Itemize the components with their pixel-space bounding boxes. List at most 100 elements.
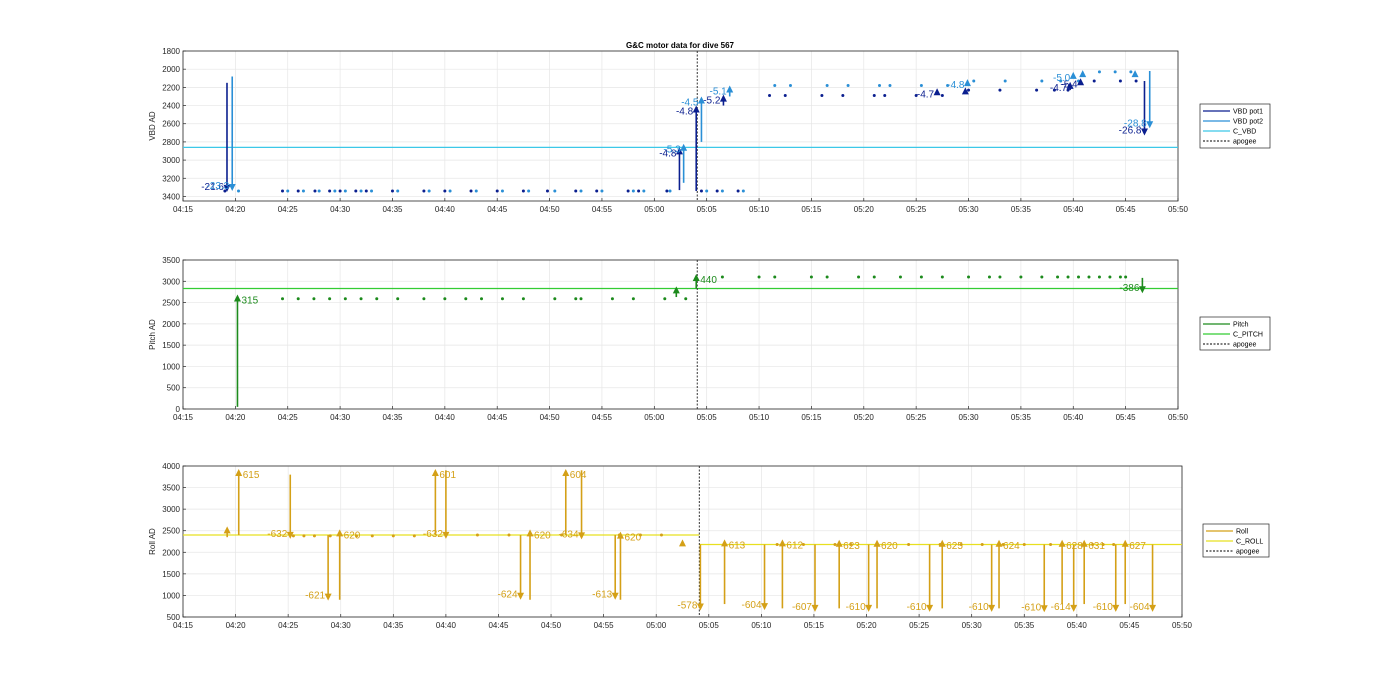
x-tick-label: 05:05 — [699, 621, 720, 630]
data-point — [757, 275, 761, 279]
move-label: 627 — [1129, 541, 1146, 552]
x-tick-label: 05:10 — [751, 621, 772, 630]
data-point — [1118, 275, 1122, 279]
x-tick-label: 04:15 — [173, 413, 194, 422]
y-axis-label: Pitch AD — [148, 319, 157, 350]
data-point — [427, 189, 431, 193]
legend-label: C_PITCH — [1233, 332, 1263, 339]
data-point — [1118, 79, 1122, 83]
move-label: 315 — [241, 295, 258, 306]
x-tick-label: 04:40 — [435, 413, 456, 422]
move-label: 628 — [1066, 541, 1083, 552]
x-tick-label: 04:45 — [487, 205, 508, 214]
data-point — [1124, 275, 1128, 279]
data-point — [302, 534, 306, 538]
data-point — [328, 189, 332, 193]
x-tick-label: 04:45 — [488, 621, 509, 630]
data-point — [987, 275, 991, 279]
data-point — [500, 189, 504, 193]
data-point — [1003, 79, 1007, 83]
data-point — [872, 275, 876, 279]
x-tick-label: 04:25 — [278, 621, 299, 630]
data-point — [443, 297, 447, 301]
x-tick-label: 04:35 — [382, 413, 403, 422]
data-point — [720, 275, 724, 279]
data-point — [684, 297, 688, 301]
move-label: -610 — [846, 602, 866, 613]
data-point — [579, 189, 583, 193]
x-tick-label: 04:35 — [382, 205, 403, 214]
y-tick-label: 2000 — [162, 548, 180, 557]
x-tick-label: 05:45 — [1116, 413, 1137, 422]
x-tick-label: 05:05 — [697, 205, 718, 214]
data-point — [480, 297, 483, 301]
legend-label: apogee — [1233, 139, 1256, 146]
y-tick-label: 2500 — [162, 299, 180, 308]
x-tick-label: 05:30 — [959, 413, 980, 422]
data-point — [370, 534, 374, 538]
move-label: -604 — [1130, 602, 1150, 613]
data-point — [788, 84, 792, 88]
move-label: -632 — [267, 529, 287, 540]
data-point — [809, 275, 813, 279]
y-tick-label: 1000 — [162, 591, 180, 600]
data-point — [736, 189, 740, 193]
data-point — [370, 189, 374, 193]
data-point — [312, 534, 316, 538]
data-point — [1035, 88, 1039, 92]
move-label: 612 — [786, 540, 803, 551]
x-tick-label: 05:50 — [1168, 413, 1189, 422]
x-tick-label: 05:25 — [906, 413, 927, 422]
x-tick-label: 04:20 — [226, 621, 247, 630]
data-point — [574, 189, 578, 193]
x-tick-label: 04:40 — [436, 621, 457, 630]
data-point — [857, 275, 861, 279]
vbd-panel: 04:15 04:20 04:25 04:30 04:35 04:40 04:45 04:50… — [148, 47, 1271, 214]
figure-title: G&C motor data for dive 567 — [626, 41, 735, 50]
data-point — [775, 543, 779, 547]
data-point — [333, 189, 337, 193]
move-label: 631 — [1088, 541, 1105, 552]
move-label: -5.1 — [709, 87, 727, 98]
x-tick-label: 05:15 — [804, 621, 825, 630]
data-point — [354, 189, 358, 193]
data-point — [888, 84, 892, 88]
data-point — [898, 275, 902, 279]
data-point — [422, 189, 426, 193]
data-point — [1019, 275, 1023, 279]
move-label: 623 — [843, 541, 860, 552]
data-point — [1112, 543, 1116, 547]
data-point — [1129, 70, 1133, 74]
move-label: 440 — [700, 275, 717, 286]
data-point — [1022, 543, 1026, 547]
y-tick-label: 2200 — [162, 83, 180, 92]
x-tick-label: 05:20 — [854, 205, 875, 214]
y-tick-label: 1800 — [162, 47, 180, 56]
move-label: -632 — [423, 529, 443, 540]
y-tick-label: 2800 — [162, 138, 180, 147]
data-point — [768, 94, 772, 98]
data-point — [1040, 275, 1044, 279]
data-point — [820, 94, 824, 98]
x-tick-label: 05:45 — [1116, 205, 1137, 214]
data-point — [705, 189, 709, 193]
move-label: 613 — [729, 540, 746, 551]
data-point — [872, 94, 876, 98]
move-label: -610 — [907, 602, 927, 613]
data-point — [919, 275, 923, 279]
x-tick-label: 05:35 — [1014, 621, 1035, 630]
data-point — [1040, 79, 1044, 83]
data-point — [998, 275, 1002, 279]
data-point — [579, 297, 583, 301]
data-point — [595, 189, 599, 193]
x-tick-label: 05:15 — [801, 413, 822, 422]
data-point — [1108, 275, 1112, 279]
x-tick-label: 04:50 — [541, 621, 562, 630]
move-label: -4.5 — [681, 97, 699, 108]
x-tick-label: 05:40 — [1063, 413, 1084, 422]
move-label: -604 — [742, 600, 762, 611]
data-point — [610, 297, 614, 301]
y-tick-label: 0 — [176, 405, 181, 414]
y-axis-label: VBD AD — [148, 111, 157, 141]
legend-label: C_VBD — [1233, 129, 1256, 136]
